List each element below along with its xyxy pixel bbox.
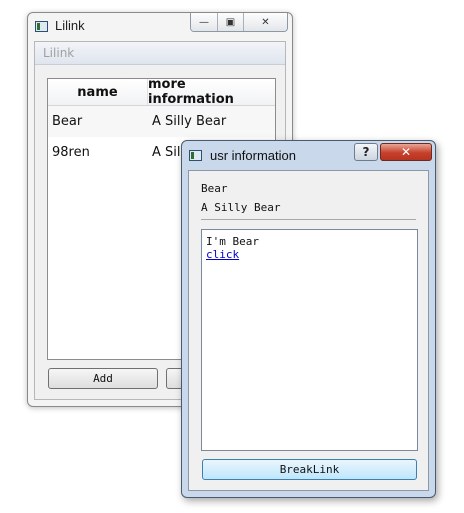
minimize-button[interactable]: — <box>191 13 217 31</box>
separator <box>201 219 416 220</box>
cell-name: 98ren <box>52 145 90 160</box>
close-icon: ✕ <box>261 16 270 28</box>
user-name-label: Bear <box>201 182 228 195</box>
app-window-icon <box>35 21 48 32</box>
cell-more-information: A Silly Bear <box>152 114 227 129</box>
inner-title-bar: Lilink <box>35 42 285 65</box>
dialog-title: usr information <box>210 148 296 163</box>
maximize-button[interactable]: ▣ <box>217 13 243 31</box>
message-line: I'm Bear <box>206 235 259 248</box>
user-info-dialog: usr information ? ✕ Bear A Silly Bear I'… <box>181 140 436 498</box>
window-title: Lilink <box>55 18 85 33</box>
caption-buttons: — ▣ ✕ <box>190 13 288 32</box>
help-button[interactable]: ? <box>354 143 378 161</box>
table-row[interactable]: Bear A Silly Bear <box>48 106 275 137</box>
dialog-window-icon <box>189 150 202 161</box>
column-header-name[interactable]: name <box>48 79 148 105</box>
dialog-content: Bear A Silly Bear I'm Bear click BreakLi… <box>188 170 429 491</box>
maximize-icon: ▣ <box>225 16 236 28</box>
close-button[interactable]: ✕ <box>243 13 287 31</box>
help-icon: ? <box>362 145 370 159</box>
cell-name: Bear <box>52 114 83 129</box>
dialog-close-button[interactable]: ✕ <box>380 143 432 161</box>
column-header-more-information[interactable]: more information <box>148 79 275 107</box>
close-icon: ✕ <box>400 145 412 159</box>
minimize-icon: — <box>199 16 209 28</box>
break-link-button[interactable]: BreakLink <box>202 459 417 480</box>
user-info-label: A Silly Bear <box>201 201 281 214</box>
click-link[interactable]: click <box>206 248 417 261</box>
message-text-browser[interactable]: I'm Bear click <box>201 229 418 451</box>
main-title-bar[interactable]: Lilink — ▣ ✕ <box>28 13 292 41</box>
table-header: name more information <box>48 79 275 107</box>
add-button[interactable]: Add <box>48 368 158 389</box>
